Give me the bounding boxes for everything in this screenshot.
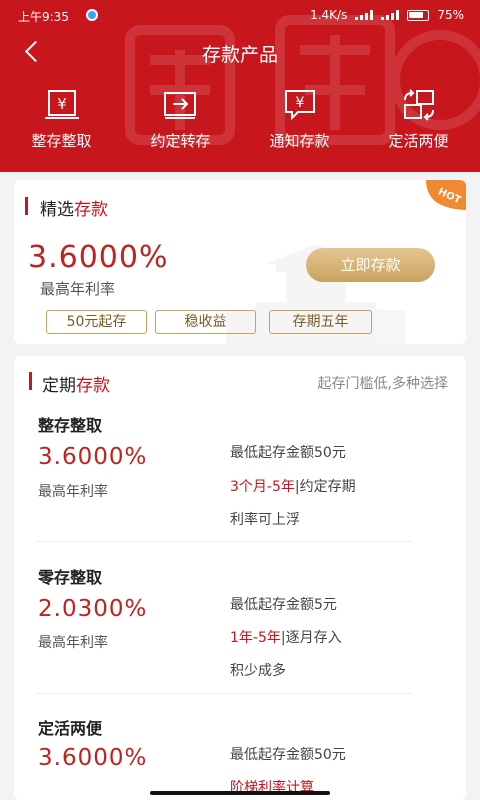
quick-action-label: 通知存款 — [269, 132, 330, 150]
featured-title-prefix: 精选 — [40, 200, 74, 220]
tag-term: 存期五年 — [269, 310, 372, 334]
page-title: 存款产品 — [201, 44, 278, 66]
notification-dot-icon — [86, 9, 98, 21]
product-name: 定活两便 — [38, 719, 103, 738]
section-marker — [25, 197, 28, 215]
svg-text:¥: ¥ — [295, 95, 304, 111]
header: 上午9:35 1.4K/s 75% 存款产品 ¥ 整存整取 约定转存 ¥ 通知存… — [0, 0, 480, 172]
home-indicator[interactable] — [150, 791, 330, 795]
yen-message-icon: ¥ — [284, 90, 315, 121]
product-rate-label: 最高年利率 — [38, 635, 108, 651]
product-note: 积少成多 — [230, 663, 286, 679]
product-note: 利率可上浮 — [230, 512, 300, 528]
featured-title-highlight: 存款 — [74, 200, 108, 220]
quick-action-auto-renew[interactable]: 约定转存 — [126, 88, 236, 158]
signal-icon-2 — [381, 10, 400, 20]
quick-action-notice-deposit[interactable]: ¥ 通知存款 — [245, 88, 355, 158]
featured-rate-label: 最高年利率 — [40, 280, 116, 298]
featured-rate: 3.6000% — [28, 240, 169, 275]
battery-icon — [407, 9, 430, 21]
product-name: 整存整取 — [38, 416, 103, 435]
product-term-highlight: 3个月-5年 — [230, 479, 295, 495]
featured-title: 精选存款 — [40, 195, 108, 220]
deposit-now-button[interactable]: 立即存款 — [306, 248, 435, 282]
quick-action-label: 定活两便 — [388, 132, 449, 150]
quick-action-lump-sum[interactable]: ¥ 整存整取 — [7, 88, 117, 158]
nav-bar: 存款产品 — [0, 32, 480, 72]
product-term-rest: |约定存期 — [294, 479, 356, 495]
network-speed: 1.4K/s — [310, 8, 348, 22]
product-rate: 3.6000% — [38, 745, 148, 771]
product-min-amount: 最低起存金额50元 — [230, 747, 346, 763]
status-bar: 上午9:35 1.4K/s 75% — [0, 0, 480, 30]
product-term-rest: |逐月存入 — [280, 630, 342, 646]
product-term: 1年-5年|逐月存入 — [230, 627, 342, 647]
fixed-title-highlight: 存款 — [76, 376, 110, 396]
battery-level: 75% — [437, 8, 464, 22]
product-rate: 3.6000% — [38, 444, 148, 470]
product-min-amount: 最低起存金额50元 — [230, 445, 346, 461]
product-rate-label: 最高年利率 — [38, 484, 108, 500]
fixed-title: 定期存款 — [42, 371, 110, 396]
quick-actions: ¥ 整存整取 约定转存 ¥ 通知存款 定活两便 — [0, 88, 480, 158]
signal-icon — [355, 10, 374, 20]
status-time: 上午9:35 — [18, 10, 69, 24]
product-name: 零存整取 — [38, 568, 103, 587]
tag-stable-income: 稳收益 — [155, 310, 256, 334]
product-term: 3个月-5年|约定存期 — [230, 476, 356, 496]
yen-doc-icon: ¥ — [44, 90, 79, 119]
fixed-title-prefix: 定期 — [42, 376, 76, 396]
divider — [36, 693, 412, 694]
tag-min-amount: 50元起存 — [46, 310, 147, 334]
quick-action-flexible[interactable]: 定活两便 — [364, 88, 474, 158]
quick-action-label: 整存整取 — [31, 132, 92, 150]
divider — [36, 541, 412, 542]
product-rate: 2.0300% — [38, 596, 148, 622]
product-term-highlight: 1年-5年 — [230, 630, 281, 646]
transfer-icon — [163, 92, 196, 119]
product-min-amount: 最低起存金额5元 — [230, 597, 337, 613]
svg-text:¥: ¥ — [57, 95, 67, 113]
section-marker — [29, 372, 32, 390]
hot-badge: HOT — [426, 180, 466, 210]
quick-action-label: 约定转存 — [150, 132, 211, 150]
swap-icon — [403, 89, 434, 121]
fixed-subtitle: 起存门槛低,多种选择 — [317, 376, 448, 392]
